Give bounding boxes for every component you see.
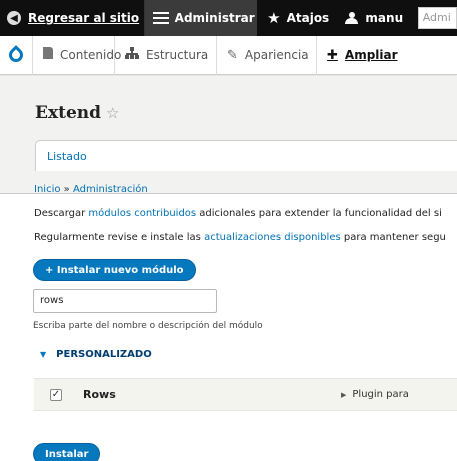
- tray-item-structure[interactable]: Estructura: [115, 35, 217, 75]
- brush-icon: ✎: [227, 47, 238, 63]
- sitemap-icon: [125, 47, 139, 63]
- tray-item-label: Contenido: [60, 48, 122, 62]
- back-to-site-link[interactable]: ◀ Regresar al sitio: [0, 0, 145, 36]
- user-label: manu: [365, 11, 404, 25]
- tray-item-label: Apariencia: [244, 48, 309, 62]
- module-description: Plugin para: [352, 389, 409, 400]
- tray-item-content[interactable]: Contenido: [33, 35, 121, 75]
- module-enable-checkbox[interactable]: ✓: [50, 389, 62, 401]
- administer-label: Administrar: [174, 11, 255, 25]
- module-filter-input[interactable]: rows: [33, 289, 217, 313]
- available-updates-link[interactable]: actualizaciones disponibles: [204, 232, 341, 243]
- breadcrumb: Inicio » Administración: [34, 184, 148, 195]
- star-icon: ★: [267, 9, 281, 27]
- intro-text: para mantener segu: [340, 232, 446, 243]
- back-arrow-icon: ◀: [7, 11, 21, 25]
- intro-paragraph-contrib: Descargar módulos contribuidos adicional…: [34, 208, 442, 219]
- module-name: Rows: [83, 388, 116, 401]
- caret-down-icon: ▼: [40, 350, 47, 359]
- back-to-site-label: Regresar al sitio: [28, 11, 140, 25]
- shortcuts-tab[interactable]: ★ Atajos: [257, 0, 337, 36]
- intro-text: adicionales para extender la funcionalid…: [196, 208, 442, 219]
- intro-paragraph-updates: Regularmente revise e instale las actual…: [34, 232, 446, 243]
- administer-tab[interactable]: Administrar: [144, 0, 258, 36]
- file-icon: [43, 47, 53, 63]
- tray-item-label: Ampliar: [344, 48, 398, 62]
- admin-tray: Contenido Estructura ✎ Apariencia ✚ Ampl…: [0, 35, 457, 75]
- module-description-toggle[interactable]: ▶ Plugin para: [341, 389, 409, 400]
- drupal-logo-icon[interactable]: [0, 35, 33, 75]
- breadcrumb-admin-link[interactable]: Administración: [73, 184, 148, 195]
- admin-toolbar: ◀ Regresar al sitio Administrar ★ Atajos…: [0, 0, 457, 36]
- contrib-modules-link[interactable]: módulos contribuidos: [88, 208, 196, 219]
- admin-search-input[interactable]: Admi: [417, 7, 457, 29]
- menu-icon: [152, 12, 169, 24]
- tray-item-appearance[interactable]: ✎ Apariencia: [217, 35, 317, 75]
- package-toggle[interactable]: ▼ PERSONALIZADO: [40, 349, 152, 360]
- tray-item-label: Estructura: [146, 48, 209, 62]
- shortcut-star-icon[interactable]: ☆: [106, 104, 119, 122]
- page-title-text: Extend: [35, 103, 102, 123]
- page-header: Extend ☆ Listado: [0, 76, 457, 194]
- shortcuts-label: Atajos: [286, 11, 330, 25]
- breadcrumb-separator: »: [63, 184, 70, 195]
- page-title: Extend ☆: [35, 103, 119, 123]
- install-button[interactable]: Instalar: [33, 443, 101, 461]
- package-name: PERSONALIZADO: [56, 349, 152, 360]
- puzzle-icon: ✚: [327, 47, 338, 63]
- filter-description: Escriba parte del nombre o descripción d…: [33, 321, 263, 331]
- user-icon: [345, 12, 359, 24]
- tab-list[interactable]: Listado: [35, 140, 457, 171]
- user-tab[interactable]: manu: [337, 0, 415, 36]
- breadcrumb-home-link[interactable]: Inicio: [34, 184, 60, 195]
- caret-right-icon: ▶: [341, 391, 347, 399]
- intro-text: Descargar: [34, 208, 89, 219]
- tray-item-extend[interactable]: ✚ Ampliar: [317, 36, 408, 75]
- module-row: ✓ Rows ▶ Plugin para: [34, 378, 457, 411]
- intro-text: Regularmente revise e instale las: [34, 232, 205, 243]
- tab-list-label: Listado: [47, 150, 87, 163]
- install-new-module-button[interactable]: + Instalar nuevo módulo: [33, 259, 196, 281]
